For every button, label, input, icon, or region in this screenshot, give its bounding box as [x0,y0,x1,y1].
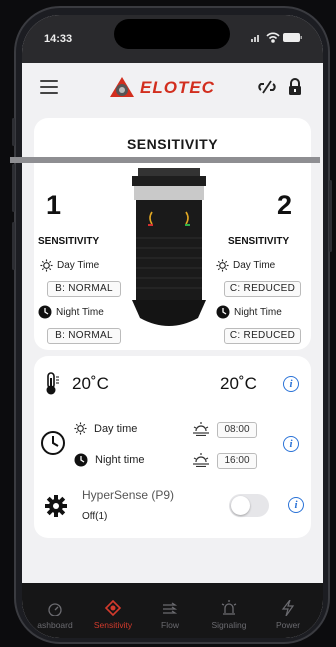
gear-icon [45,495,67,517]
sensor-device-image [132,168,206,326]
wifi-icon [266,32,280,43]
zone-2-day-label: Day Time [233,260,276,271]
signal-light-icon [221,600,237,615]
toggle-knob [231,496,250,515]
zone-2-night-label: Night Time [234,306,282,318]
tab-dashboard-label: ashboard [37,620,73,630]
logo-icon [110,77,134,97]
zone-1-number: 1 [46,190,62,220]
tab-signaling[interactable]: Signaling [202,590,256,630]
status-bar: 14:33 [22,15,323,63]
power-button [329,180,332,252]
zone-1-label: SENSITIVITY [38,236,100,247]
sun-icon [74,422,87,435]
night-time-label: Night time [95,454,145,466]
phone-frame: 14:33 ELOTEC SENSITIVITY 1 SENSITIVITY D… [0,0,336,647]
gauge-icon [48,603,62,616]
sun-icon [216,259,229,272]
zone-2-day-select[interactable]: C: REDUCED [224,281,301,297]
moon-clock-icon [38,305,52,319]
signal-icon [251,35,259,42]
zone-1-night-row: Night Time [38,305,104,319]
sensitivity-title: SENSITIVITY [126,136,219,152]
lock-icon[interactable] [288,78,302,96]
hypersense-value: Off(1) [82,511,108,522]
sensor-mount-bar [10,157,320,163]
clock: 14:33 [44,33,73,45]
zone-1-day-row: Day Time [40,259,99,272]
zone-1-day-label: Day Time [57,260,100,271]
day-time-label: Day time [94,422,138,435]
hamburger-icon[interactable] [40,80,58,94]
zone-1-day-select[interactable]: B: NORMAL [47,281,121,297]
thermometer-icon [46,372,59,395]
link-off-icon[interactable] [258,80,276,94]
schedule-info-icon[interactable]: i [283,436,299,452]
sun-icon [40,259,53,272]
flow-arrows-icon [163,602,178,614]
mute-switch [12,118,15,146]
volume-down-button [12,222,15,270]
volume-up-button [12,164,15,212]
status-icons [251,31,303,46]
sunrise-icon [193,422,209,436]
tab-flow-label: Flow [161,620,179,630]
tab-flow[interactable]: Flow [150,590,190,630]
sensitivity-icon [104,600,122,616]
clock-icon [41,431,65,455]
tab-power-label: Power [275,620,301,630]
hypersense-label: HyperSense (P9) [82,488,175,502]
tab-dashboard[interactable]: ashboard [30,590,80,630]
night-time-input[interactable]: 16:00 [217,453,257,469]
tab-sensitivity-label: Sensitivity [93,620,133,630]
tab-sensitivity[interactable]: Sensitivity [85,590,141,630]
zone-2-number: 2 [277,190,293,220]
night-time-row: Night time [74,453,145,467]
day-time-input[interactable]: 08:00 [217,422,257,438]
hypersense-toggle[interactable] [229,494,269,517]
zone-2-night-row: Night Time [216,305,282,319]
zone-1-night-label: Night Time [56,306,104,318]
moon-clock-icon [216,305,230,319]
zone-2-night-select[interactable]: C: REDUCED [224,328,301,344]
temperature-info-icon[interactable]: i [283,376,299,392]
tab-power[interactable]: Power [268,590,308,630]
tab-signaling-label: Signaling [211,620,247,630]
notch [114,19,230,49]
temperature-day-value: 20˚C [72,374,109,393]
hypersense-info-icon[interactable]: i [288,497,304,513]
lightning-icon [281,600,295,616]
day-time-row: Day time [74,422,137,435]
logo-text: ELOTEC [140,78,215,97]
brand-logo: ELOTEC [108,73,215,103]
zone-1-night-select[interactable]: B: NORMAL [47,328,121,344]
zone-2-label: SENSITIVITY [228,236,290,247]
moon-clock-icon [74,453,88,467]
temperature-night-value: 20˚C [220,374,257,393]
sunset-icon [193,453,209,467]
zone-2-day-row: Day Time [216,259,275,272]
battery-icon [283,33,302,42]
app-header: ELOTEC [22,63,323,113]
